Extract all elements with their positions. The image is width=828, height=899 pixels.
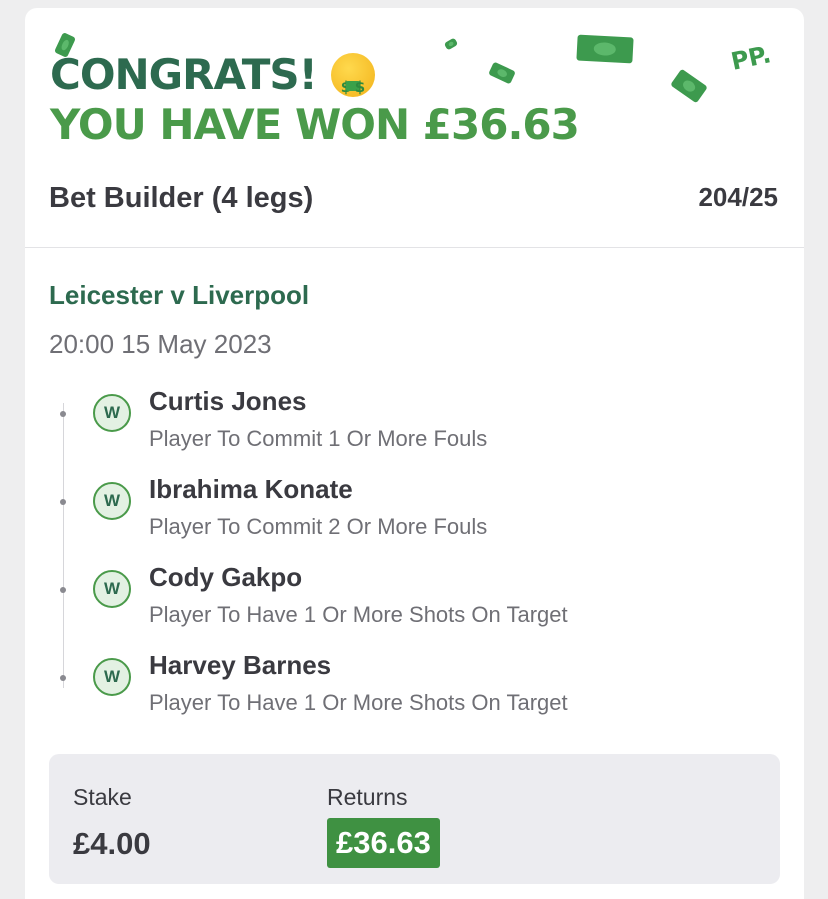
- bet-leg: W Ibrahima Konate Player To Commit 2 Or …: [25, 474, 804, 554]
- match-title[interactable]: Leicester v Liverpool: [49, 280, 309, 311]
- leg-dot: [60, 587, 66, 593]
- leg-player: Cody Gakpo: [149, 562, 303, 592]
- leg-market: Player To Have 1 Or More Shots On Target: [149, 602, 568, 627]
- match-datetime: 20:00 15 May 2023: [49, 329, 272, 359]
- leg-dot: [60, 411, 66, 417]
- banknote-icon: [443, 37, 459, 51]
- bet-odds: 204/25: [698, 182, 778, 212]
- bet-leg: W Cody Gakpo Player To Have 1 Or More Sh…: [25, 562, 804, 642]
- bet-receipt-card: PP. CONGRATS! YOU HAVE WON £36.63 Bet Bu…: [25, 8, 804, 899]
- won-amount-text: YOU HAVE WON £36.63: [50, 100, 580, 149]
- bet-leg: W Curtis Jones Player To Commit 1 Or Mor…: [25, 386, 804, 466]
- leg-player: Curtis Jones: [149, 386, 307, 416]
- brand-logo: PP.: [728, 40, 774, 76]
- stake-label: Stake: [73, 784, 132, 810]
- leg-player: Harvey Barnes: [149, 650, 332, 680]
- win-badge-icon: W: [93, 570, 131, 608]
- banknote-icon: [576, 34, 634, 64]
- banknote-icon: [670, 68, 708, 104]
- money-mouth-face-icon: [330, 53, 375, 112]
- leg-dot: [60, 675, 66, 681]
- win-headline: CONGRATS! YOU HAVE WON £36.63: [50, 50, 580, 150]
- win-badge-icon: W: [93, 394, 131, 432]
- returns-label: Returns: [327, 784, 408, 810]
- bet-summary: Stake £4.00 Returns £36.63: [49, 754, 780, 884]
- win-banner: PP. CONGRATS! YOU HAVE WON £36.63 Bet Bu…: [25, 8, 804, 248]
- bet-type: Bet Builder (4 legs): [49, 182, 314, 214]
- win-badge-icon: W: [93, 482, 131, 520]
- bet-leg: W Harvey Barnes Player To Have 1 Or More…: [25, 650, 804, 730]
- congrats-text: CONGRATS!: [50, 50, 318, 99]
- returns-value: £36.63: [327, 818, 440, 868]
- leg-player: Ibrahima Konate: [149, 474, 353, 504]
- stake-value: £4.00: [73, 826, 151, 861]
- win-badge-icon: W: [93, 658, 131, 696]
- leg-market: Player To Commit 1 Or More Fouls: [149, 426, 488, 451]
- leg-market: Player To Commit 2 Or More Fouls: [149, 514, 488, 539]
- leg-dot: [60, 499, 66, 505]
- leg-market: Player To Have 1 Or More Shots On Target: [149, 690, 568, 715]
